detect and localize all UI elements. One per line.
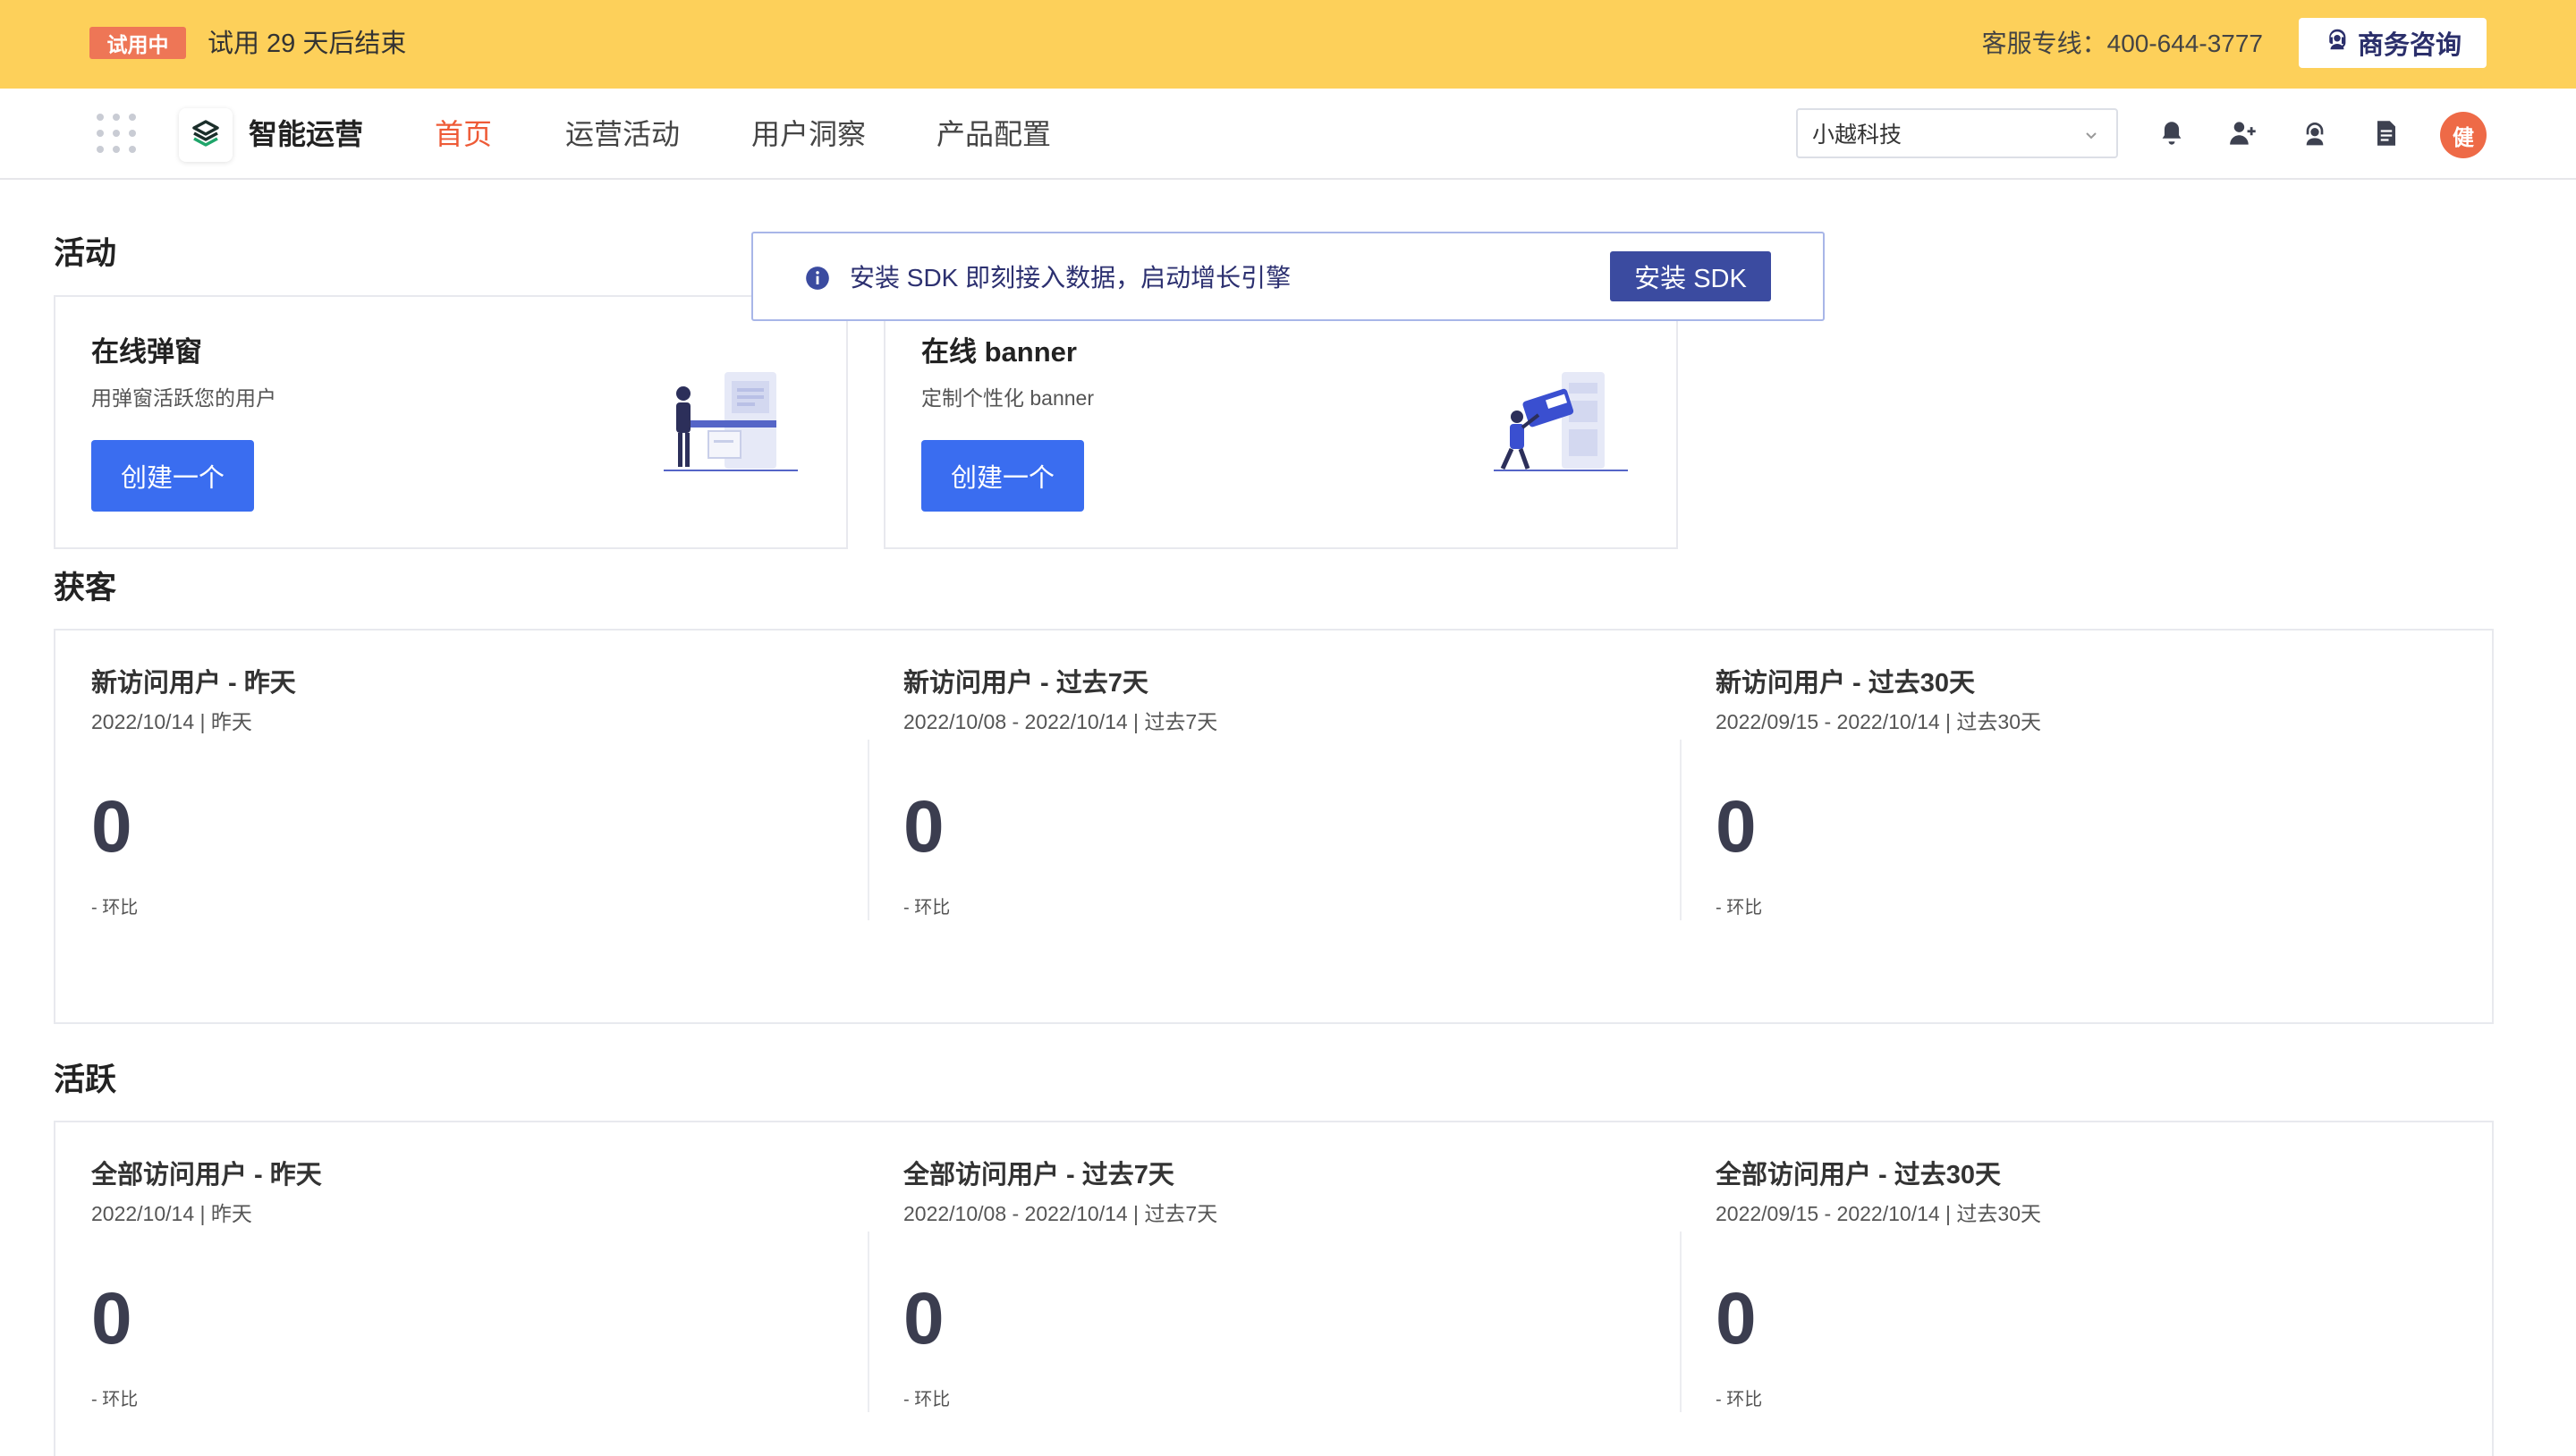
- divider: [1680, 740, 1682, 920]
- metric-date-range: 2022/09/15 - 2022/10/14 | 过去30天: [1716, 1202, 2042, 1225]
- create-popup-button[interactable]: 创建一个: [91, 440, 254, 512]
- nav-campaigns[interactable]: 运营活动: [565, 114, 680, 155]
- nav-product-config[interactable]: 产品配置: [936, 114, 1051, 155]
- support-hotline: 客服专线：400-644-3777: [1981, 30, 2263, 57]
- banner-illustration: [1494, 372, 1628, 471]
- metric-value: 0: [1716, 786, 1757, 868]
- metric-date-range: 2022/10/14 | 昨天: [91, 710, 252, 733]
- install-sdk-button[interactable]: 安装 SDK: [1610, 251, 1771, 301]
- metric-change: - 环比: [1716, 1390, 1763, 1409]
- divider: [868, 740, 869, 920]
- metric-change: - 环比: [1716, 898, 1763, 918]
- metric-change: - 环比: [91, 898, 139, 918]
- metric-title: 全部访问用户 - 过去30天: [1716, 1161, 2002, 1189]
- metric-value: 0: [91, 786, 132, 868]
- sdk-notice-text: 安装 SDK 即刻接入数据，启动增长引擎: [850, 264, 1292, 292]
- metric-date-range: 2022/10/08 - 2022/10/14 | 过去7天: [903, 1202, 1218, 1225]
- chevron-down-icon: [2082, 124, 2100, 150]
- metric-change: - 环比: [903, 898, 951, 918]
- consult-label: 商务咨询: [2357, 31, 2462, 60]
- metric-title: 全部访问用户 - 昨天: [91, 1161, 322, 1189]
- create-banner-button[interactable]: 创建一个: [921, 440, 1084, 512]
- card-description: 用弹窗活跃您的用户: [91, 386, 276, 410]
- popup-campaign-card: 在线弹窗 用弹窗活跃您的用户 创建一个: [54, 295, 848, 549]
- section-title-activity: 活动: [54, 236, 117, 271]
- banner-campaign-card: 在线 banner 定制个性化 banner 创建一个: [884, 295, 1678, 549]
- metric-title: 全部访问用户 - 过去7天: [903, 1161, 1174, 1189]
- bell-icon[interactable]: [2156, 117, 2188, 149]
- metric-date-range: 2022/10/14 | 昨天: [91, 1202, 252, 1225]
- metric-date-range: 2022/10/08 - 2022/10/14 | 过去7天: [903, 710, 1218, 733]
- nav-user-insights[interactable]: 用户洞察: [751, 114, 866, 155]
- active-metrics-card: 全部访问用户 - 昨天 2022/10/14 | 昨天 0 - 环比 全部访问用…: [54, 1121, 2494, 1456]
- card-title: 在线 banner: [921, 336, 1077, 368]
- top-nav: 智能运营 首页 运营活动 用户洞察 产品配置 小越科技 健: [0, 89, 2576, 180]
- user-avatar[interactable]: 健: [2440, 112, 2487, 158]
- metric-title: 新访问用户 - 昨天: [91, 669, 296, 698]
- metric-value: 0: [903, 1278, 945, 1359]
- org-select[interactable]: 小越科技: [1796, 108, 2118, 158]
- app-grid-icon[interactable]: [97, 114, 136, 153]
- metric-value: 0: [1716, 1278, 1757, 1359]
- popup-illustration: [664, 372, 798, 471]
- divider: [1680, 1232, 1682, 1412]
- business-consult-button[interactable]: 商务咨询: [2299, 18, 2487, 68]
- sdk-install-notice: 安装 SDK 即刻接入数据，启动增长引擎 安装 SDK: [751, 232, 1825, 321]
- divider: [868, 1232, 869, 1412]
- metric-date-range: 2022/09/15 - 2022/10/14 | 过去30天: [1716, 710, 2042, 733]
- metric-change: - 环比: [91, 1390, 139, 1409]
- document-icon[interactable]: [2370, 117, 2402, 149]
- card-description: 定制个性化 banner: [921, 386, 1095, 410]
- metric-title: 新访问用户 - 过去30天: [1716, 669, 1976, 698]
- brand-logo-icon: [192, 120, 219, 147]
- metric-change: - 环比: [903, 1390, 951, 1409]
- info-icon: [805, 266, 830, 295]
- trial-badge: 试用中: [89, 27, 186, 59]
- add-user-icon[interactable]: [2227, 117, 2259, 149]
- brand-name: 智能运营: [249, 118, 364, 150]
- support-agent-icon[interactable]: [2299, 117, 2331, 149]
- section-title-active: 活跃: [54, 1062, 117, 1097]
- trial-remaining-text: 试用 29 天后结束: [208, 30, 407, 58]
- trial-banner: 试用中 试用 29 天后结束 客服专线：400-644-3777 商务咨询: [0, 0, 2576, 89]
- headset-icon: [2324, 26, 2351, 60]
- org-select-value: 小越科技: [1812, 123, 1902, 148]
- section-title-acquisition: 获客: [54, 571, 117, 605]
- brand-logo: [179, 108, 233, 162]
- card-title: 在线弹窗: [91, 336, 202, 368]
- metric-title: 新访问用户 - 过去7天: [903, 669, 1148, 698]
- metric-value: 0: [903, 786, 945, 868]
- metric-value: 0: [91, 1278, 132, 1359]
- acquisition-metrics-card: 新访问用户 - 昨天 2022/10/14 | 昨天 0 - 环比 新访问用户 …: [54, 629, 2494, 1024]
- nav-home[interactable]: 首页: [435, 114, 492, 155]
